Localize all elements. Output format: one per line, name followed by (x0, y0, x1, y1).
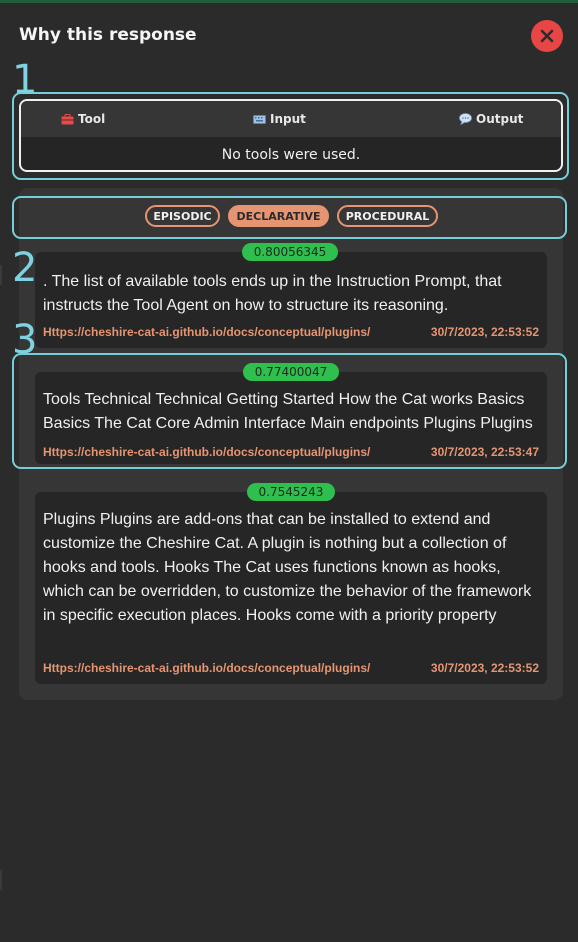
output-column-header: Output (459, 112, 523, 126)
tools-empty-message: No tools were used. (221, 146, 361, 163)
input-column-header: Input (253, 112, 306, 126)
edge-mark (0, 870, 2, 890)
input-column-label: Input (270, 112, 306, 126)
memory-timestamp: 30/7/2023, 22:53:52 (430, 661, 539, 675)
memory-source-link[interactable]: Https://cheshire-cat-ai.github.io/docs/c… (43, 661, 370, 675)
top-border (0, 0, 578, 3)
speech-bubble-icon (459, 113, 472, 125)
tab-declarative[interactable]: DECLARATIVE (228, 205, 329, 227)
toolbox-icon (61, 113, 74, 124)
memory-timestamp: 30/7/2023, 22:53:52 (430, 325, 539, 339)
memory-card: Tools Technical Technical Getting Starte… (35, 372, 547, 464)
memory-card: . The list of available tools ends up in… (35, 252, 547, 348)
memory-text: . The list of available tools ends up in… (43, 273, 502, 314)
memory-score: 0.77400047 (243, 363, 339, 381)
memory-text: Plugins Plugins are add-ons that can be … (43, 511, 532, 624)
annotation-label: 2 (12, 245, 38, 291)
tools-table: Tool Input Output No tools were used. (19, 99, 563, 172)
memory-card: Plugins Plugins are add-ons that can be … (35, 492, 547, 684)
close-button[interactable] (531, 20, 563, 52)
output-column-label: Output (476, 112, 524, 126)
memory-source-link[interactable]: Https://cheshire-cat-ai.github.io/docs/c… (43, 445, 370, 459)
tool-column-label: Tool (78, 112, 106, 126)
memory-score: 0.7545243 (247, 483, 335, 501)
memory-timestamp: 30/7/2023, 22:53:47 (430, 445, 539, 459)
tool-column-header: Tool (61, 112, 105, 126)
keyboard-icon (253, 114, 266, 124)
panel-title: Why this response (19, 25, 197, 45)
close-icon (540, 29, 554, 43)
memory-source-link[interactable]: Https://cheshire-cat-ai.github.io/docs/c… (43, 325, 370, 339)
tab-procedural[interactable]: PROCEDURAL (337, 205, 438, 227)
edge-mark (0, 265, 2, 285)
memory-score: 0.80056345 (242, 243, 338, 261)
tools-table-header: Tool Input Output (21, 101, 561, 137)
memory-text: Tools Technical Technical Getting Starte… (43, 391, 533, 432)
tab-episodic[interactable]: EPISODIC (145, 205, 220, 227)
